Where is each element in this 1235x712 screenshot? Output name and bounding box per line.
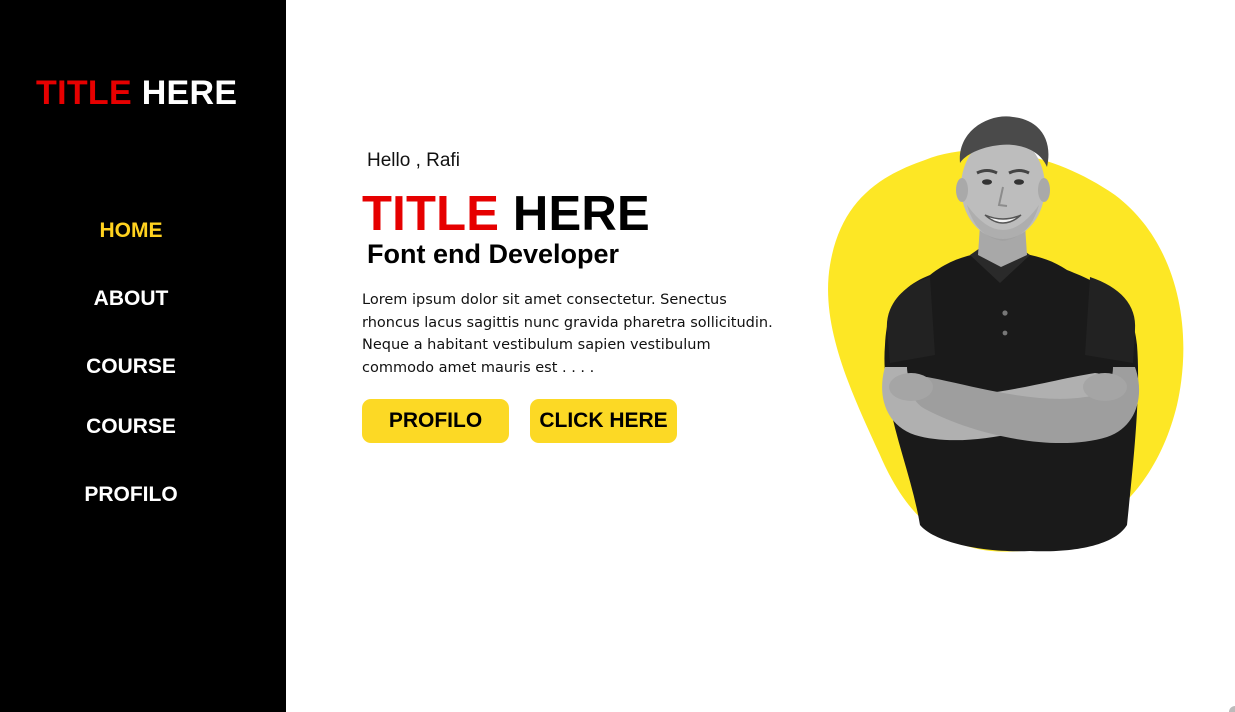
nav-item-home[interactable]: HOME xyxy=(0,219,262,243)
click-here-button[interactable]: CLICK HERE xyxy=(530,399,677,443)
hero-title-part-1: TITLE xyxy=(362,187,500,241)
portrait-image xyxy=(828,116,1184,552)
hero-subtitle: Font end Developer xyxy=(367,239,620,269)
hero-description: Lorem ipsum dolor sit amet consectetur. … xyxy=(362,292,773,376)
hero-title-part-2: HERE xyxy=(512,187,650,241)
logo[interactable]: TITLE HERE xyxy=(36,74,237,113)
nav-item-profilo[interactable]: PROFILO xyxy=(0,483,262,507)
nav-item-about[interactable]: ABOUT xyxy=(0,287,262,311)
window-corner xyxy=(1229,706,1235,712)
sidebar: TITLE HERE HOME ABOUT COURSE COURSE PROF… xyxy=(0,0,286,712)
logo-part-2: HERE xyxy=(141,74,238,112)
nav-item-course-2[interactable]: COURSE xyxy=(0,415,262,439)
profilo-button[interactable]: PROFILO xyxy=(362,399,509,443)
logo-part-1: TITLE xyxy=(36,74,132,112)
greeting: Hello , Rafi xyxy=(367,150,460,171)
nav-item-course[interactable]: COURSE xyxy=(0,355,262,379)
hero-title: TITLE HERE xyxy=(362,186,650,242)
